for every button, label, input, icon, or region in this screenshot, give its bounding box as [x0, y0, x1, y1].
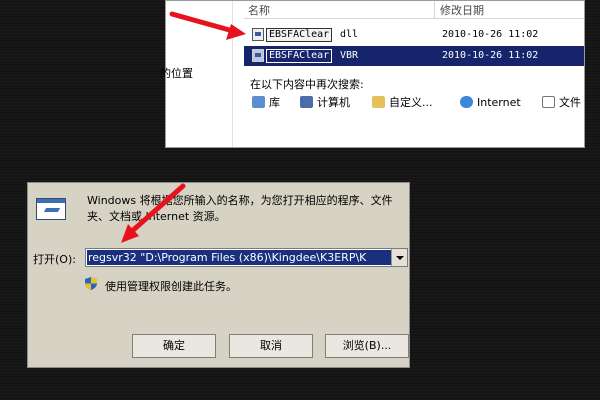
- annotation-arrows: [121, 11, 246, 243]
- arrow-to-command: [121, 183, 186, 243]
- arrow-to-file: [169, 11, 246, 40]
